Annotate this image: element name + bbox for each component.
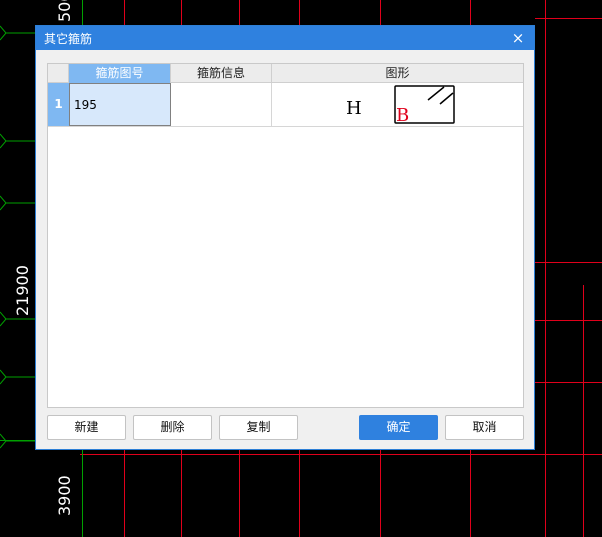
dimension-label: 3900: [55, 475, 74, 516]
grid-line: [545, 0, 546, 537]
row-header-corner: [48, 64, 69, 83]
close-icon[interactable]: ×: [510, 30, 526, 46]
shape-cell[interactable]: H B: [272, 83, 523, 126]
row-number[interactable]: 1: [48, 83, 69, 126]
table-row[interactable]: 1 195 H B: [48, 83, 523, 127]
copy-button[interactable]: 复制: [219, 415, 298, 440]
grid-line: [535, 262, 602, 263]
grid-line: [80, 454, 602, 455]
grid-line: [535, 382, 602, 383]
figure-no-value: 195: [74, 98, 97, 112]
delete-button[interactable]: 删除: [133, 415, 212, 440]
table-header: 箍筋图号 箍筋信息 图形: [48, 64, 523, 83]
grid-line: [535, 320, 602, 321]
shape-label-b: B: [396, 105, 409, 126]
other-stirrups-dialog: 其它箍筋 × 箍筋图号 箍筋信息 图形 1 195 H B 新建 删除 复制 确…: [35, 25, 535, 450]
cancel-button[interactable]: 取消: [445, 415, 524, 440]
info-cell[interactable]: [171, 83, 272, 126]
column-header-shape[interactable]: 图形: [272, 64, 523, 83]
dimension-label: 21900: [13, 265, 32, 316]
dialog-titlebar[interactable]: 其它箍筋 ×: [36, 26, 534, 50]
column-header-info[interactable]: 箍筋信息: [171, 64, 272, 83]
figure-no-cell[interactable]: 195: [69, 83, 171, 126]
new-button[interactable]: 新建: [47, 415, 126, 440]
column-header-figure-no[interactable]: 箍筋图号: [69, 64, 171, 83]
shape-label-h: H: [346, 98, 362, 119]
stirrup-shape-figure: H B: [346, 85, 455, 126]
stirrup-table: 箍筋图号 箍筋信息 图形 1 195 H B: [47, 63, 524, 408]
grid-line: [583, 285, 584, 537]
dimension-label: 500: [55, 0, 74, 22]
grid-line: [535, 18, 602, 19]
ok-button[interactable]: 确定: [359, 415, 438, 440]
dialog-title: 其它箍筋: [44, 31, 93, 46]
